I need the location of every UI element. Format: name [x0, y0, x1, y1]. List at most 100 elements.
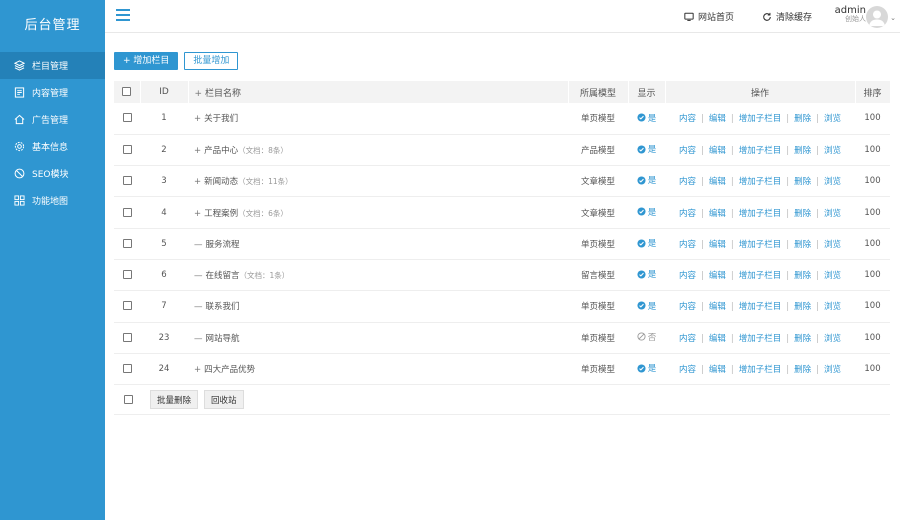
site-home-link[interactable]: 网站首页 — [684, 10, 734, 23]
tree-toggle[interactable]: + — [194, 209, 201, 219]
add-column-button[interactable]: + 增加栏目 — [114, 52, 179, 70]
row-display-status[interactable]: 是 — [637, 206, 656, 218]
recycle-bin-button[interactable]: 回收站 — [204, 390, 244, 410]
op-edit-link[interactable]: 编辑 — [709, 114, 726, 124]
op-browse-link[interactable]: 浏览 — [824, 177, 841, 187]
op-add-sub-link[interactable]: 增加子栏目 — [739, 146, 782, 156]
op-content-link[interactable]: 内容 — [679, 240, 696, 250]
user-icon — [869, 10, 885, 26]
row-checkbox[interactable] — [122, 144, 132, 154]
op-delete-link[interactable]: 删除 — [794, 302, 811, 312]
row-display-status[interactable]: 是 — [637, 237, 656, 249]
op-edit-link[interactable]: 编辑 — [709, 177, 726, 187]
tree-toggle[interactable]: — — [194, 334, 203, 344]
op-content-link[interactable]: 内容 — [679, 146, 696, 156]
op-content-link[interactable]: 内容 — [679, 271, 696, 281]
batch-add-button[interactable]: 批量增加 — [184, 52, 239, 70]
op-browse-link[interactable]: 浏览 — [824, 209, 841, 219]
op-browse-link[interactable]: 浏览 — [824, 114, 841, 124]
row-model: 单页模型 — [568, 103, 628, 135]
op-delete-link[interactable]: 删除 — [794, 334, 811, 344]
row-model: 留言模型 — [568, 259, 628, 292]
tree-toggle[interactable]: — — [194, 302, 203, 312]
row-checkbox[interactable] — [122, 176, 132, 186]
op-delete-link[interactable]: 删除 — [794, 177, 811, 187]
row-checkbox[interactable] — [122, 113, 132, 123]
row-display-status[interactable]: 是 — [637, 143, 656, 155]
op-add-sub-link[interactable]: 增加子栏目 — [739, 334, 782, 344]
tree-toggle[interactable]: + — [194, 146, 201, 156]
op-content-link[interactable]: 内容 — [679, 334, 696, 344]
sidebar-item-seo[interactable]: SEO模块 — [0, 160, 105, 187]
column-table: ID + 栏目名称 所属模型 显示 操作 排序 1 + 关于我们 单页模型是内容 | 编辑 |… — [114, 81, 891, 386]
op-browse-link[interactable]: 浏览 — [824, 146, 841, 156]
tree-toggle[interactable]: + — [194, 365, 201, 375]
op-content-link[interactable]: 内容 — [679, 177, 696, 187]
row-checkbox[interactable] — [122, 207, 132, 217]
row-display-status[interactable]: 是 — [637, 268, 656, 280]
op-browse-link[interactable]: 浏览 — [824, 302, 841, 312]
op-edit-link[interactable]: 编辑 — [709, 209, 726, 219]
row-checkbox[interactable] — [122, 364, 132, 374]
sidebar-item-ads[interactable]: 广告管理 — [0, 106, 105, 133]
op-add-sub-link[interactable]: 增加子栏目 — [739, 209, 782, 219]
op-add-sub-link[interactable]: 增加子栏目 — [739, 271, 782, 281]
sidebar-item-basic-info[interactable]: 基本信息 — [0, 133, 105, 160]
sidebar-item-feature-map[interactable]: 功能地图 — [0, 187, 105, 214]
sidebar-item-label: 基本信息 — [32, 143, 69, 153]
op-delete-link[interactable]: 删除 — [794, 114, 811, 124]
op-add-sub-link[interactable]: 增加子栏目 — [739, 114, 782, 124]
tree-toggle[interactable]: — — [194, 271, 203, 281]
op-add-sub-link[interactable]: 增加子栏目 — [739, 240, 782, 250]
op-delete-link[interactable]: 删除 — [794, 271, 811, 281]
select-all-checkbox[interactable] — [122, 87, 132, 96]
op-content-link[interactable]: 内容 — [679, 209, 696, 219]
batch-delete-button[interactable]: 批量删除 — [150, 390, 199, 410]
tree-toggle[interactable]: — — [194, 240, 203, 250]
op-edit-link[interactable]: 编辑 — [709, 334, 726, 344]
op-content-link[interactable]: 内容 — [679, 114, 696, 124]
tree-toggle[interactable]: + — [194, 114, 201, 124]
op-browse-link[interactable]: 浏览 — [824, 240, 841, 250]
op-delete-link[interactable]: 删除 — [794, 240, 811, 250]
op-content-link[interactable]: 内容 — [679, 302, 696, 312]
menu-toggle-icon[interactable] — [116, 9, 130, 23]
op-edit-link[interactable]: 编辑 — [709, 302, 726, 312]
row-name-cell: + 产品中心（文档：8条） — [188, 134, 568, 167]
row-display-status[interactable]: 否 — [637, 331, 656, 343]
row-display-status[interactable]: 是 — [637, 362, 656, 374]
op-add-sub-link[interactable]: 增加子栏目 — [739, 177, 782, 187]
op-content-link[interactable]: 内容 — [679, 365, 696, 375]
op-add-sub-link[interactable]: 增加子栏目 — [739, 365, 782, 375]
sidebar-item-columns[interactable]: 栏目管理 — [0, 52, 105, 79]
row-display-status[interactable]: 是 — [637, 112, 656, 124]
op-delete-link[interactable]: 删除 — [794, 365, 811, 375]
op-delete-link[interactable]: 删除 — [794, 209, 811, 219]
op-browse-link[interactable]: 浏览 — [824, 334, 841, 344]
avatar[interactable] — [866, 6, 888, 28]
footer-select-all-checkbox[interactable] — [124, 395, 133, 405]
op-delete-link[interactable]: 删除 — [794, 146, 811, 156]
refresh-icon — [763, 12, 771, 21]
row-display-status[interactable]: 是 — [637, 300, 657, 312]
row-ops: 内容 | 编辑 | 增加子栏目 | 删除 | 浏览 — [665, 353, 855, 386]
op-edit-link[interactable]: 编辑 — [709, 365, 726, 375]
row-checkbox[interactable] — [122, 332, 132, 342]
op-edit-link[interactable]: 编辑 — [709, 271, 726, 281]
op-add-sub-link[interactable]: 增加子栏目 — [739, 302, 782, 312]
tree-toggle[interactable]: + — [194, 177, 201, 187]
clear-cache-link[interactable]: 清除缓存 — [762, 10, 812, 23]
op-browse-link[interactable]: 浏览 — [824, 271, 841, 281]
row-checkbox[interactable] — [122, 270, 132, 280]
row-checkbox[interactable] — [122, 238, 132, 248]
user-info[interactable]: admin 创始人 — [835, 5, 866, 24]
row-checkbox[interactable] — [122, 301, 132, 311]
row-display-status[interactable]: 是 — [637, 174, 656, 186]
row-display-label: 是 — [647, 301, 657, 312]
chevron-down-icon[interactable]: ⌄ — [890, 14, 896, 22]
op-edit-link[interactable]: 编辑 — [709, 146, 726, 156]
op-browse-link[interactable]: 浏览 — [824, 365, 841, 375]
op-edit-link[interactable]: 编辑 — [709, 240, 726, 250]
row-name-cell: + 新闻动态（文档：11条） — [188, 165, 568, 198]
sidebar-item-content[interactable]: 内容管理 — [0, 79, 105, 106]
